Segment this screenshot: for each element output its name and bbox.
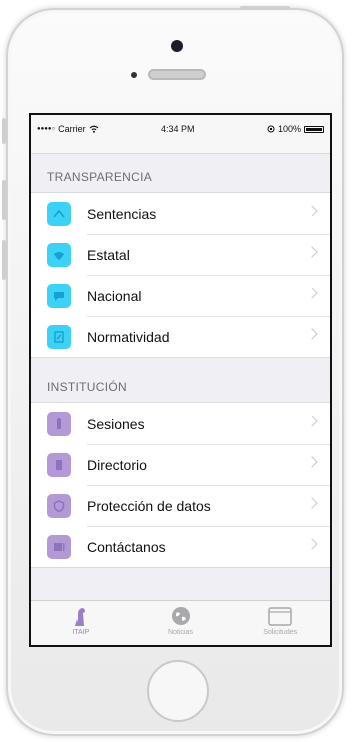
section-title: INSTITUCIÓN: [47, 380, 127, 394]
directorio-icon: [47, 452, 71, 477]
list-item-label: Contáctanos: [87, 538, 166, 555]
contact-icon: [47, 534, 71, 559]
tab-label: ITAIP: [72, 629, 90, 636]
earpiece-speaker: [148, 69, 206, 80]
tab-label: Noticias: [168, 629, 193, 636]
list-item-directorio[interactable]: Directorio: [31, 444, 330, 485]
home-button[interactable]: [147, 660, 209, 722]
tab-noticias[interactable]: Noticias: [131, 601, 231, 645]
itaip-icon: [74, 608, 85, 626]
list-item-sesiones[interactable]: Sesiones: [31, 403, 330, 444]
tab-solicitudes[interactable]: Solicitudes: [230, 601, 330, 645]
side-button-volume-up: [2, 180, 6, 220]
chevron-right-icon: [306, 328, 318, 340]
shield-icon: [47, 493, 71, 518]
list-item-proteccion-de-datos[interactable]: Protección de datos: [31, 485, 330, 526]
side-button-top: [2, 118, 6, 144]
list-item-normatividad[interactable]: Normatividad: [31, 316, 330, 357]
rotation-lock-icon: [267, 125, 275, 133]
sentencias-icon: [47, 201, 71, 226]
list-item-label: Protección de datos: [87, 497, 211, 514]
list-item-contactanos[interactable]: Contáctanos: [31, 526, 330, 567]
chevron-right-icon: [306, 456, 318, 468]
institucion-group: Sesiones Directorio Protección de datos …: [31, 402, 330, 568]
chevron-right-icon: [306, 497, 318, 509]
tab-itaip[interactable]: ITAIP: [31, 601, 131, 645]
list-item-label: Directorio: [87, 456, 147, 473]
battery-percent: 100%: [277, 124, 301, 134]
sesiones-icon: [47, 411, 71, 436]
normatividad-icon: [47, 324, 71, 349]
nacional-icon: [47, 283, 71, 308]
tab-label: Solicitudes: [263, 629, 298, 636]
globe-icon: [171, 607, 190, 625]
list-item-label: Sesiones: [87, 415, 145, 432]
proximity-sensor: [131, 72, 137, 78]
front-camera: [171, 40, 183, 52]
status-bar: ●●●●○ Carrier 4:34 PM 100%: [31, 115, 330, 141]
list-item-sentencias[interactable]: Sentencias: [31, 193, 330, 234]
power-button: [240, 6, 290, 10]
list-item-label: Sentencias: [87, 205, 157, 222]
carrier-label: Carrier: [58, 124, 86, 134]
transparencia-group: Sentencias Estatal Nacional Normatividad: [31, 192, 330, 358]
battery-icon: [304, 125, 324, 133]
chevron-right-icon: [306, 538, 318, 550]
inbox-icon: [268, 607, 292, 626]
wifi-icon: [89, 125, 99, 133]
side-button-volume-down: [2, 240, 6, 280]
status-time: 4:34 PM: [161, 124, 195, 134]
chevron-right-icon: [306, 415, 318, 427]
navigation-bar: [31, 141, 330, 154]
list-item-nacional[interactable]: Nacional: [31, 275, 330, 316]
section-title: TRANSPARENCIA: [47, 170, 153, 184]
status-right: 100%: [267, 124, 324, 134]
app-screen: ●●●●○ Carrier 4:34 PM 100% TRANSPARENCIA: [29, 113, 332, 647]
status-left: ●●●●○ Carrier: [37, 124, 99, 134]
chevron-right-icon: [306, 287, 318, 299]
signal-dots-icon: ●●●●○: [37, 126, 56, 132]
list-item-label: Nacional: [87, 287, 142, 304]
list-item-label: Estatal: [87, 246, 130, 263]
tab-bar: ITAIP Noticias Solicitudes: [31, 600, 330, 645]
list-item-estatal[interactable]: Estatal: [31, 234, 330, 275]
estatal-icon: [47, 242, 71, 267]
section-header-transparencia: TRANSPARENCIA: [31, 154, 330, 192]
chevron-right-icon: [306, 205, 318, 217]
chevron-right-icon: [306, 246, 318, 258]
section-header-institucion: INSTITUCIÓN: [31, 358, 330, 402]
list-item-label: Normatividad: [87, 328, 170, 345]
